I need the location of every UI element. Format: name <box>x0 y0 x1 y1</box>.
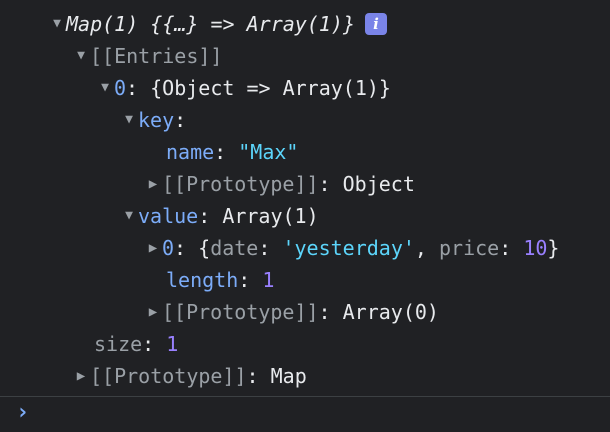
colon-sep: : <box>174 236 199 260</box>
property-key: name <box>166 140 215 164</box>
length-value: 1 <box>262 268 275 292</box>
collapsed-triangle-icon[interactable]: ▶ <box>72 360 90 392</box>
value-summary: Array(1) <box>222 204 319 228</box>
map-summary: Map(1) {{…} => Array(1)} <box>66 12 355 36</box>
colon-sep: : <box>238 268 263 292</box>
value-row[interactable]: ▼ value: Array(1) <box>120 200 319 232</box>
prototype-value: Map <box>270 364 307 388</box>
expand-triangle-icon[interactable]: ▼ <box>48 8 66 40</box>
size-row: size: 1 <box>94 328 178 360</box>
expand-triangle-icon[interactable]: ▼ <box>96 72 114 104</box>
colon-sep: : <box>318 300 343 324</box>
prototype-value: Object <box>342 172 415 196</box>
collapsed-triangle-icon[interactable]: ▶ <box>144 168 162 200</box>
entry-summary: {Object => Array(1)} <box>150 76 391 100</box>
date-value: 'yesterday' <box>282 236 415 260</box>
comma-sep: , <box>414 236 439 260</box>
devtools-console: ▼ Map(1) {{…} => Array(1)} i ▼ [[Entries]] … <box>0 0 610 432</box>
colon-sep: : <box>198 204 223 228</box>
info-icon[interactable]: i <box>364 12 387 35</box>
colon-sep: : <box>142 332 167 356</box>
length-key: length <box>166 268 239 292</box>
expand-triangle-icon[interactable]: ▼ <box>120 200 138 232</box>
price-key: price <box>439 236 500 260</box>
map-prototype-row[interactable]: ▶ [[Prototype]]: Map <box>72 360 307 392</box>
colon-sep: : <box>258 236 283 260</box>
key-row[interactable]: ▼ key: <box>120 104 186 136</box>
colon-sep: : <box>126 76 151 100</box>
console-prompt-icon[interactable]: › <box>16 400 29 425</box>
key-prototype-row[interactable]: ▶ [[Prototype]]: Object <box>144 168 415 200</box>
console-divider <box>0 396 610 397</box>
colon-sep: : <box>246 364 271 388</box>
prototype-label: [[Prototype]] <box>90 364 247 388</box>
colon-sep: : <box>499 236 524 260</box>
length-row: length: 1 <box>166 264 274 296</box>
price-value: 10 <box>523 236 548 260</box>
key-label: key <box>138 108 175 132</box>
entries-row[interactable]: ▼ [[Entries]] <box>72 40 222 72</box>
prototype-label: [[Prototype]] <box>162 300 319 324</box>
property-value: "Max" <box>238 140 299 164</box>
collapsed-triangle-icon[interactable]: ▶ <box>144 296 162 328</box>
array-index: 0 <box>162 236 175 260</box>
array-item-0-row[interactable]: ▶ 0: {date: 'yesterday', price: 10} <box>144 232 560 264</box>
size-key: size <box>94 332 143 356</box>
colon-sep: : <box>318 172 343 196</box>
brace-close: } <box>547 236 560 260</box>
value-prototype-row[interactable]: ▶ [[Prototype]]: Array(0) <box>144 296 439 328</box>
colon-sep: : <box>214 140 239 164</box>
collapsed-triangle-icon[interactable]: ▶ <box>144 232 162 264</box>
expand-triangle-icon[interactable]: ▼ <box>72 40 90 72</box>
value-label: value <box>138 204 199 228</box>
entries-label: [[Entries]] <box>90 44 223 68</box>
brace-open: { <box>198 236 211 260</box>
prototype-value: Array(0) <box>342 300 439 324</box>
entry-index: 0 <box>114 76 127 100</box>
entry-0-row[interactable]: ▼ 0: {Object => Array(1)} <box>96 72 391 104</box>
colon-sep: : <box>174 108 187 132</box>
date-key: date <box>210 236 259 260</box>
map-header-row[interactable]: ▼ Map(1) {{…} => Array(1)} i <box>48 8 387 40</box>
prototype-label: [[Prototype]] <box>162 172 319 196</box>
expand-triangle-icon[interactable]: ▼ <box>120 104 138 136</box>
size-value: 1 <box>166 332 179 356</box>
name-property-row: name: "Max" <box>166 136 298 168</box>
